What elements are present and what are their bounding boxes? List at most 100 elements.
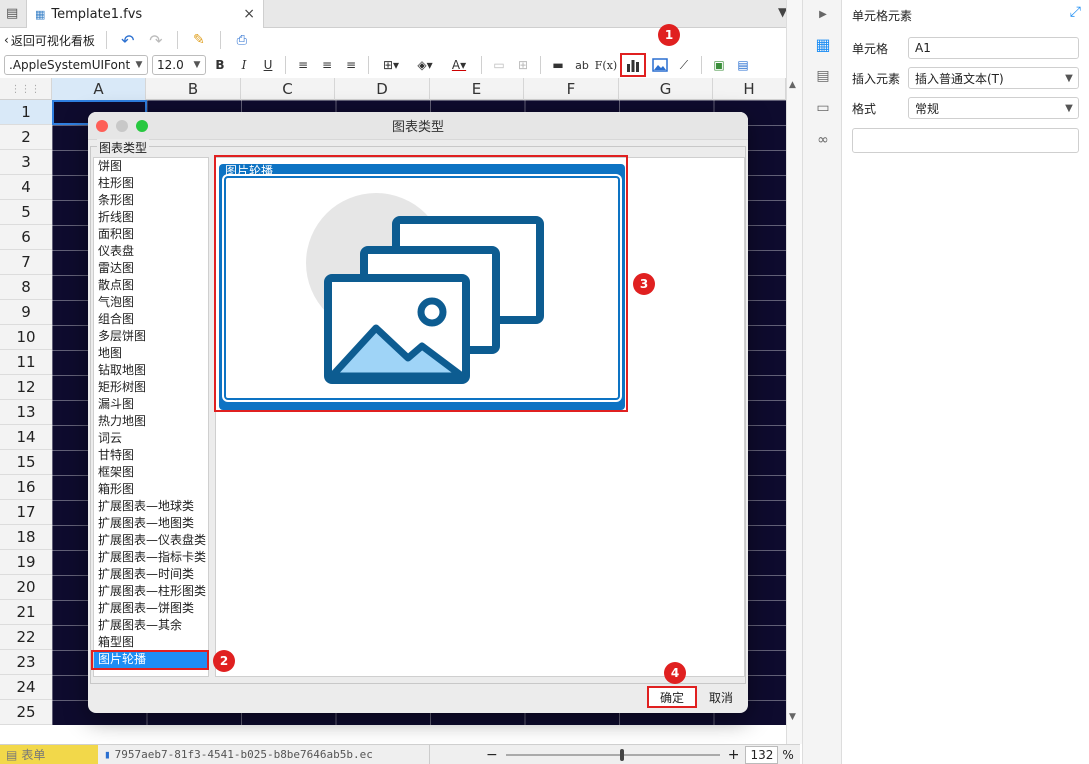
sheet-icon[interactable]: ▣ [709, 55, 729, 75]
row-header[interactable]: 9 [0, 300, 52, 325]
chart-type-item[interactable]: 钻取地图 [94, 362, 208, 379]
row-header[interactable]: 3 [0, 150, 52, 175]
chart-type-item[interactable]: 箱型图 [94, 634, 208, 651]
select-all-corner[interactable]: ⋮⋮⋮ [0, 78, 52, 100]
chart-type-item[interactable]: 仪表盘 [94, 243, 208, 260]
cancel-button[interactable]: 取消 [699, 686, 743, 708]
chart-type-item[interactable]: 折线图 [94, 209, 208, 226]
row-header[interactable]: 10 [0, 325, 52, 350]
bold-button[interactable]: B [210, 55, 230, 75]
chart-type-item[interactable]: 组合图 [94, 311, 208, 328]
column-header[interactable]: E [430, 78, 524, 100]
preview-icon[interactable]: ⎙ [232, 30, 252, 50]
row-header[interactable]: 24 [0, 675, 52, 700]
column-header[interactable]: C [241, 78, 335, 100]
chart-type-item[interactable]: 散点图 [94, 277, 208, 294]
merge-cells-icon[interactable]: ▭ [489, 55, 509, 75]
row-header[interactable]: 16 [0, 475, 52, 500]
align-left-icon[interactable]: ≡ [293, 55, 313, 75]
cell-element-icon[interactable]: ▦ [803, 28, 843, 60]
insert-chart-button[interactable] [620, 53, 646, 77]
row-header[interactable]: 25 [0, 700, 52, 725]
column-header[interactable]: H [713, 78, 786, 100]
zoom-input[interactable]: 132 [745, 745, 779, 764]
pin-icon[interactable]: ⤢ [1070, 4, 1081, 20]
chart-type-item[interactable]: 框架图 [94, 464, 208, 481]
chart-type-item[interactable]: 甘特图 [94, 447, 208, 464]
zoom-in-button[interactable]: + [728, 747, 740, 763]
font-color-icon[interactable]: A▾ [444, 55, 474, 75]
row-header[interactable]: 14 [0, 425, 52, 450]
row-header[interactable]: 17 [0, 500, 52, 525]
chart-type-item[interactable]: 扩展图表—指标卡类 [94, 549, 208, 566]
minimize-window-icon[interactable] [116, 120, 128, 132]
undo-icon[interactable]: ↶ [118, 30, 138, 50]
close-tab-icon[interactable]: × [243, 6, 255, 22]
row-header[interactable]: 23 [0, 650, 52, 675]
chart-type-item[interactable]: 词云 [94, 430, 208, 447]
row-header[interactable]: 13 [0, 400, 52, 425]
chart-type-item[interactable]: 扩展图表—饼图类 [94, 600, 208, 617]
close-window-icon[interactable] [96, 120, 108, 132]
chart-type-item[interactable]: 面积图 [94, 226, 208, 243]
chart-type-item[interactable]: 扩展图表—地图类 [94, 515, 208, 532]
formula-button[interactable]: F(x) [595, 55, 617, 75]
align-right-icon[interactable]: ≡ [341, 55, 361, 75]
insert-image-icon[interactable] [650, 55, 670, 75]
column-header[interactable]: A [52, 78, 146, 100]
maximize-window-icon[interactable] [136, 120, 148, 132]
row-header[interactable]: 8 [0, 275, 52, 300]
chart-type-item[interactable]: 箱形图 [94, 481, 208, 498]
italic-button[interactable]: I [234, 55, 254, 75]
slash-line-icon[interactable]: ⟋ [674, 55, 694, 75]
row-header[interactable]: 15 [0, 450, 52, 475]
row-header[interactable]: 20 [0, 575, 52, 600]
cell-attribute-icon[interactable]: ▤ [803, 60, 843, 92]
chart-type-item[interactable]: 气泡图 [94, 294, 208, 311]
chart-type-item[interactable]: 扩展图表—地球类 [94, 498, 208, 515]
row-header[interactable]: 11 [0, 350, 52, 375]
border-icon[interactable]: ⊞▾ [376, 55, 406, 75]
cell-content-textarea[interactable] [852, 128, 1079, 153]
row-header[interactable]: 19 [0, 550, 52, 575]
chart-type-item[interactable]: 雷达图 [94, 260, 208, 277]
column-header[interactable]: G [619, 78, 713, 100]
row-header[interactable]: 12 [0, 375, 52, 400]
row-header[interactable]: 2 [0, 125, 52, 150]
chart-type-list[interactable]: 饼图 柱形图 条形图 折线图 面积图 仪表盘 雷达图 散点图 气泡图 组合图 多层饼图 地图 钻取地图矩… [93, 157, 209, 677]
chart-type-item[interactable]: 扩展图表—仪表盘类 [94, 532, 208, 549]
chart-type-item[interactable]: 矩形树图 [94, 379, 208, 396]
back-button[interactable]: ‹ 返回可视化看板 [4, 32, 95, 49]
chart-type-item[interactable]: 热力地图 [94, 413, 208, 430]
row-header[interactable]: 6 [0, 225, 52, 250]
chart-type-item[interactable]: 漏斗图 [94, 396, 208, 413]
row-header[interactable]: 7 [0, 250, 52, 275]
chart-type-item[interactable]: 地图 [94, 345, 208, 362]
format-select[interactable]: 常规 ▼ [908, 97, 1079, 119]
zoom-slider[interactable] [505, 748, 720, 761]
scroll-up-icon[interactable]: ▲ [789, 80, 796, 90]
row-header[interactable]: 5 [0, 200, 52, 225]
chart-type-item[interactable]: 多层饼图 [94, 328, 208, 345]
split-cells-icon[interactable]: ⊞ [513, 55, 533, 75]
redo-icon[interactable]: ↷ [146, 30, 166, 50]
column-header[interactable]: D [335, 78, 430, 100]
chart-type-item[interactable]: 条形图 [94, 192, 208, 209]
zoom-thumb[interactable] [619, 748, 624, 761]
window-menu-icon[interactable]: ▤ [6, 6, 18, 21]
report-icon[interactable]: ▤ [733, 55, 753, 75]
font-family-select[interactable]: .AppleSystemUIFont ▼ [4, 55, 148, 75]
collapse-icon[interactable]: ▶ [803, 0, 843, 28]
column-header[interactable]: B [146, 78, 241, 100]
column-header[interactable]: F [524, 78, 619, 100]
chart-type-item[interactable]: 扩展图表—柱形图类 [94, 583, 208, 600]
format-painter-icon[interactable]: ✎ [189, 30, 209, 50]
cell-field[interactable]: A1 [908, 37, 1079, 59]
sheet-tab[interactable]: ▤ 表单 [0, 745, 98, 764]
vertical-scrollbar[interactable]: ▲ ▼ [786, 0, 802, 744]
tab-template[interactable]: ▦ Template1.fvs × [26, 0, 264, 28]
row-header[interactable]: 18 [0, 525, 52, 550]
insert-cell-icon[interactable]: ▬ [548, 55, 568, 75]
file-id-tab[interactable]: ▮ 7957aeb7-81f3-4541-b025-b8be7646ab5b.e… [98, 745, 430, 764]
row-header[interactable]: 21 [0, 600, 52, 625]
